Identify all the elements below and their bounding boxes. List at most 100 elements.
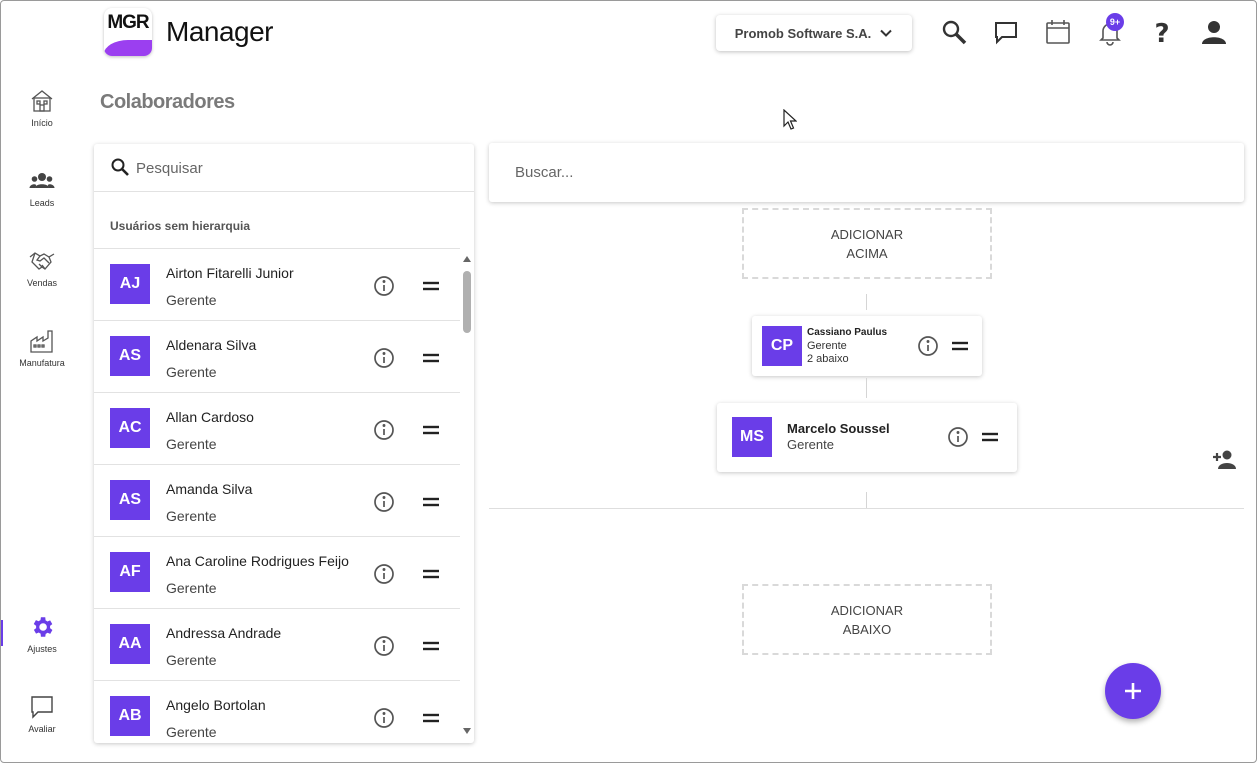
hierarchy-search-input[interactable]: [515, 161, 1215, 183]
drag-handle[interactable]: [421, 277, 441, 295]
scroll-down-arrow-icon[interactable]: [463, 727, 471, 735]
drag-handle-icon: [952, 341, 968, 351]
avatar: AJ: [110, 264, 150, 304]
node-role: Gerente: [787, 437, 834, 452]
sidebar-item-avaliar[interactable]: Avaliar: [0, 694, 84, 754]
info-icon: [948, 427, 968, 447]
add-person-button[interactable]: [1212, 447, 1238, 471]
parent-node[interactable]: CP Cassiano Paulus Gerente 2 abaixo: [752, 316, 982, 376]
user-name: Aldenara Silva: [166, 337, 257, 353]
page-title: Colaboradores: [100, 91, 235, 113]
sidebar-item-label: Avaliar: [28, 724, 56, 734]
company-selector[interactable]: Promob Software S.A.: [716, 15, 912, 51]
search-button[interactable]: [940, 18, 968, 46]
info-button[interactable]: [373, 275, 395, 297]
drag-handle[interactable]: [421, 565, 441, 583]
add-button[interactable]: [1105, 663, 1161, 719]
help-button[interactable]: ?: [1148, 18, 1176, 49]
drag-handle-icon: [423, 281, 439, 291]
factory-icon: [30, 330, 53, 353]
info-icon: [374, 564, 394, 584]
avatar: AA: [110, 624, 150, 664]
add-above-slot[interactable]: ADICIONAR ACIMA: [742, 208, 992, 279]
chevron-down-icon: [880, 29, 892, 37]
sidebar-item-manufatura[interactable]: Manufatura: [0, 328, 84, 388]
drag-handle-icon: [423, 425, 439, 435]
scrollbar-thumb[interactable]: [463, 271, 471, 333]
avatar: AB: [110, 696, 150, 736]
info-button[interactable]: [373, 707, 395, 729]
info-icon: [918, 336, 938, 356]
drag-handle[interactable]: [421, 349, 441, 367]
sidebar-item-leads[interactable]: Leads: [0, 168, 84, 228]
people-icon: [29, 173, 55, 188]
company-name: Promob Software S.A.: [734, 25, 872, 41]
drag-handle[interactable]: [980, 428, 1000, 446]
info-icon: [374, 348, 394, 368]
info-button[interactable]: [373, 419, 395, 441]
user-role: Gerente: [166, 652, 217, 668]
info-button[interactable]: [917, 335, 939, 357]
add-below-slot[interactable]: ADICIONAR ABAIXO: [742, 584, 992, 655]
app-logo[interactable]: MGR: [104, 8, 152, 56]
user-name: Andressa Andrade: [166, 625, 282, 641]
users-search-input[interactable]: [136, 156, 456, 180]
avatar: CP: [762, 326, 802, 366]
drag-handle-icon: [423, 353, 439, 363]
connector-line: [866, 294, 867, 310]
list-item[interactable]: AA Andressa Andrade Gerente: [94, 609, 460, 681]
drag-handle[interactable]: [421, 421, 441, 439]
level-divider: [489, 508, 1244, 509]
info-button[interactable]: [947, 426, 969, 448]
list-item[interactable]: AB Angelo Bortolan Gerente: [94, 681, 460, 743]
list-item[interactable]: AS Amanda Silva Gerente: [94, 465, 460, 537]
sidebar: Início Leads Vendas Manufatura Ajustes A…: [0, 0, 84, 763]
user-menu-button[interactable]: [1200, 18, 1228, 46]
scroll-up-arrow-icon[interactable]: [463, 255, 471, 263]
info-button[interactable]: [373, 563, 395, 585]
info-icon: [374, 636, 394, 656]
list-item[interactable]: AS Aldenara Silva Gerente: [94, 321, 460, 393]
calendar-icon: [1046, 20, 1070, 44]
list-item[interactable]: AJ Airton Fitarelli Junior Gerente: [94, 249, 460, 321]
drag-handle-icon: [423, 569, 439, 579]
node-name: Marcelo Soussel: [787, 421, 890, 436]
sidebar-item-label: Manufatura: [19, 358, 65, 368]
drag-handle[interactable]: [950, 337, 970, 355]
info-button[interactable]: [373, 491, 395, 513]
info-icon: [374, 708, 394, 728]
drag-handle[interactable]: [421, 637, 441, 655]
info-icon: [374, 420, 394, 440]
users-search: [94, 144, 474, 192]
user-name: Ana Caroline Rodrigues Feijo: [166, 553, 349, 569]
hierarchy-search: [489, 143, 1244, 202]
drag-handle[interactable]: [421, 709, 441, 727]
list-item[interactable]: AC Allan Cardoso Gerente: [94, 393, 460, 465]
chat-icon: [995, 22, 1017, 45]
node-subordinates: 2 abaixo: [807, 353, 849, 365]
chat-button[interactable]: [992, 18, 1020, 46]
user-role: Gerente: [166, 292, 217, 308]
info-icon: [374, 276, 394, 296]
avatar: AC: [110, 408, 150, 448]
avatar: AF: [110, 552, 150, 592]
sidebar-item-label: Leads: [29, 198, 55, 208]
info-button[interactable]: [373, 635, 395, 657]
avatar: AS: [110, 480, 150, 520]
sidebar-item-ajustes[interactable]: Ajustes: [0, 614, 84, 674]
mouse-cursor-icon: [783, 109, 797, 130]
calendar-button[interactable]: [1044, 18, 1072, 46]
current-node[interactable]: MS Marcelo Soussel Gerente: [717, 403, 1017, 472]
user-icon: [1202, 21, 1226, 44]
user-role: Gerente: [166, 436, 217, 452]
list-item[interactable]: AF Ana Caroline Rodrigues Feijo Gerente: [94, 537, 460, 609]
sidebar-item-inicio[interactable]: Início: [0, 88, 84, 148]
user-name: Angelo Bortolan: [166, 697, 266, 713]
scrollbar[interactable]: [460, 249, 474, 743]
sidebar-item-vendas[interactable]: Vendas: [0, 248, 84, 308]
drag-handle-icon: [982, 432, 998, 442]
info-button[interactable]: [373, 347, 395, 369]
user-list: AJ Airton Fitarelli Junior Gerente AS Al…: [94, 249, 460, 743]
drag-handle[interactable]: [421, 493, 441, 511]
drag-handle-icon: [423, 641, 439, 651]
